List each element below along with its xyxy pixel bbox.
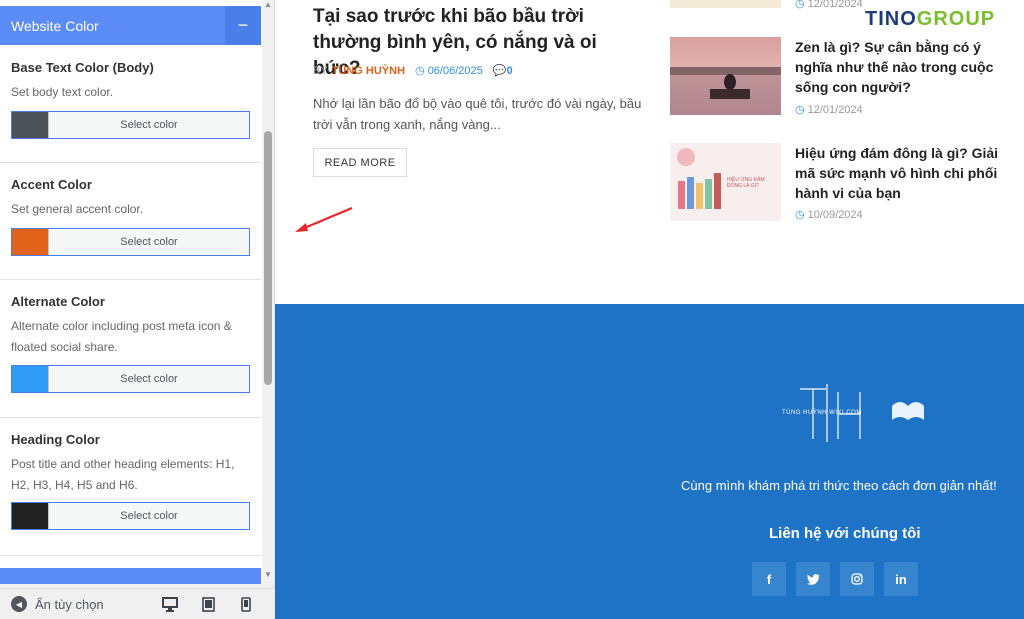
clock-icon: ◷ bbox=[795, 209, 805, 221]
section-title: Website Color bbox=[11, 17, 99, 34]
comment-icon: 💬 bbox=[492, 65, 507, 77]
read-more-button[interactable]: READ MORE bbox=[313, 148, 407, 177]
scroll-down-icon[interactable]: ▼ bbox=[264, 570, 272, 579]
select-color-button[interactable]: Select color bbox=[49, 503, 249, 529]
comment-count[interactable]: 💬0 bbox=[493, 64, 513, 77]
select-color-button[interactable]: Select color bbox=[49, 366, 249, 392]
control-description: Alternate color including post meta icon… bbox=[11, 319, 232, 354]
control-alternate-color: Alternate Color Alternate color includin… bbox=[0, 280, 261, 418]
site-logo[interactable]: TÙNG HUỲNH WIKI.COM bbox=[780, 384, 930, 444]
side-post-date: ◷ 12/01/2024 bbox=[795, 103, 863, 117]
control-heading-color: Heading Color Post title and other headi… bbox=[0, 418, 261, 556]
mobile-preview-icon[interactable] bbox=[237, 595, 255, 613]
post-thumbnail[interactable] bbox=[670, 0, 781, 8]
twitter-icon[interactable] bbox=[796, 562, 830, 596]
side-post-date-text: 12/01/2024 bbox=[807, 0, 863, 10]
by-label: BY bbox=[313, 64, 328, 77]
color-picker-heading[interactable]: Select color bbox=[11, 502, 250, 530]
instagram-icon[interactable] bbox=[840, 562, 874, 596]
author-link[interactable]: TÙNG HUỲNH bbox=[332, 65, 405, 77]
tinogroup-watermark: TINOGROUP bbox=[865, 8, 995, 31]
sidebar-scrollbar[interactable]: ▲ ▼ bbox=[262, 0, 274, 584]
brand-part2: GROUP bbox=[916, 8, 996, 30]
social-links: f in bbox=[752, 562, 928, 596]
comment-count-text: 0 bbox=[506, 65, 513, 77]
section-header-website-color[interactable]: Website Color − bbox=[0, 6, 261, 45]
color-picker-accent[interactable]: Select color bbox=[11, 228, 250, 256]
clock-icon: ◷ bbox=[795, 104, 805, 116]
annotation-arrow-icon bbox=[295, 206, 353, 232]
color-swatch[interactable] bbox=[12, 229, 49, 255]
control-description: Set general accent color. bbox=[11, 202, 144, 216]
hide-controls-label: Ẩn tùy chọn bbox=[35, 596, 104, 612]
linkedin-icon[interactable]: in bbox=[884, 562, 918, 596]
customizer-panel: Website Color − Base Text Color (Body) S… bbox=[0, 0, 262, 584]
scroll-up-icon[interactable]: ▲ bbox=[264, 0, 272, 9]
logo-subtitle: TÙNG HUỲNH WIKI.COM bbox=[782, 410, 862, 416]
side-post-title[interactable]: Zen là gì? Sự cân bằng có ý nghĩa như th… bbox=[795, 37, 1010, 97]
color-swatch[interactable] bbox=[12, 112, 49, 138]
customizer-footer: ◀ Ẩn tùy chọn bbox=[0, 588, 275, 619]
footer-contact-heading: Liên hệ với chúng tôi bbox=[769, 525, 921, 542]
control-label: Alternate Color bbox=[11, 294, 105, 309]
select-color-button[interactable]: Select color bbox=[49, 229, 249, 255]
customizer-sidebar: Website Color − Base Text Color (Body) S… bbox=[0, 0, 275, 619]
thumbnail-caption: HIỆU ỨNG ĐÁM ĐÔNG LÀ GÌ? bbox=[727, 177, 765, 189]
hide-controls-button[interactable]: ◀ Ẩn tùy chọn bbox=[11, 596, 161, 612]
clock-icon: ◷ bbox=[795, 0, 808, 10]
collapse-sidebar-icon: ◀ bbox=[11, 596, 27, 612]
side-post-title[interactable]: Hiệu ứng đám đông là gì? Giải mã sức mạn… bbox=[795, 143, 1010, 203]
collapse-icon[interactable]: − bbox=[225, 6, 261, 45]
control-description: Post title and other heading elements: H… bbox=[11, 457, 235, 492]
side-post-date: ◷ 12/01/2024 bbox=[795, 0, 863, 10]
side-post-date-text: 10/09/2024 bbox=[807, 208, 863, 221]
next-section-header[interactable] bbox=[0, 568, 261, 584]
color-swatch[interactable] bbox=[12, 366, 49, 392]
brand-part1: TINO bbox=[865, 8, 917, 30]
side-post-date-text: 12/01/2024 bbox=[807, 103, 863, 116]
color-picker-alternate[interactable]: Select color bbox=[11, 365, 250, 393]
post-excerpt: Nhớ lại lần bão đổ bộ vào quê tôi, trước… bbox=[313, 96, 642, 132]
clock-icon: ◷ bbox=[415, 65, 428, 77]
control-label: Accent Color bbox=[11, 177, 92, 192]
post-meta: BY TÙNG HUỲNH ◷ 06/06/2025 💬0 bbox=[313, 64, 513, 78]
color-swatch[interactable] bbox=[12, 503, 49, 529]
facebook-icon[interactable]: f bbox=[752, 562, 786, 596]
site-footer: TÙNG HUỲNH WIKI.COM Cùng mình khám phá t… bbox=[275, 304, 1024, 619]
color-picker-base-text[interactable]: Select color bbox=[11, 111, 250, 139]
control-label: Heading Color bbox=[11, 432, 100, 447]
post-thumbnail-zen[interactable] bbox=[670, 37, 781, 115]
side-post-date: ◷ 10/09/2024 bbox=[795, 208, 863, 222]
post-thumbnail-crowd[interactable]: HIỆU ỨNG ĐÁM ĐÔNG LÀ GÌ? bbox=[670, 143, 781, 221]
control-base-text-color: Base Text Color (Body) Set body text col… bbox=[0, 45, 261, 163]
post-date-text: 06/06/2025 bbox=[427, 65, 483, 77]
control-label: Base Text Color (Body) bbox=[11, 60, 154, 75]
scrollbar-thumb[interactable] bbox=[264, 131, 272, 385]
tablet-preview-icon[interactable] bbox=[199, 595, 217, 613]
desktop-preview-icon[interactable] bbox=[161, 595, 179, 613]
control-description: Set body text color. bbox=[11, 85, 114, 99]
footer-tagline: Cùng mình khám phá tri thức theo cách đơ… bbox=[681, 478, 997, 493]
post-date: ◷ 06/06/2025 bbox=[415, 64, 483, 77]
control-accent-color: Accent Color Set general accent color. S… bbox=[0, 163, 261, 280]
select-color-button[interactable]: Select color bbox=[49, 112, 249, 138]
